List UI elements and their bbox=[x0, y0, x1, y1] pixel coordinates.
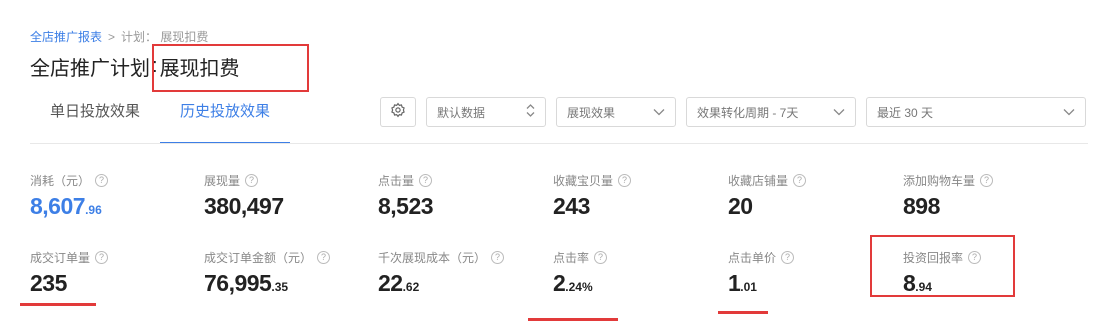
chevron-down-icon bbox=[653, 105, 665, 119]
metric-label: 添加购物车量 bbox=[903, 174, 976, 188]
conversion-period-select[interactable]: 效果转化周期 - 7天 bbox=[686, 97, 856, 127]
help-icon[interactable]: ? bbox=[95, 174, 109, 187]
metric-value: 20 bbox=[728, 193, 806, 220]
settings-button[interactable] bbox=[380, 97, 416, 127]
metric-value: 2.24% bbox=[553, 270, 607, 297]
date-range-select[interactable]: 最近 30 天 bbox=[866, 97, 1086, 127]
metric-label: 点击单价 bbox=[728, 251, 777, 265]
metric-value-int: 1 bbox=[728, 270, 741, 296]
metric-value: 22.62 bbox=[378, 270, 504, 297]
metric-label: 成交订单金额（元） bbox=[204, 251, 313, 265]
help-icon[interactable]: ? bbox=[793, 174, 807, 187]
metric-value-dec: .62 bbox=[402, 280, 420, 294]
metric-value-int: 380,497 bbox=[204, 193, 284, 219]
metric-label: 收藏宝贝量 bbox=[553, 174, 614, 188]
data-metric-select[interactable]: 默认数据 bbox=[426, 97, 546, 127]
sort-updown-icon bbox=[526, 104, 535, 120]
metric-value-dec: .24% bbox=[565, 280, 593, 294]
chevron-right-icon: > bbox=[108, 29, 116, 44]
metric-value-int: 8,607 bbox=[30, 193, 86, 219]
metric-value-dec: .96 bbox=[85, 203, 102, 217]
metric-label: 成交订单量 bbox=[30, 251, 91, 265]
help-icon[interactable]: ? bbox=[491, 251, 505, 264]
metric-value-int: 235 bbox=[30, 270, 67, 296]
metric-label: 收藏店铺量 bbox=[728, 174, 789, 188]
page-title-prefix: 全店推广计划 bbox=[30, 58, 150, 80]
effect-type-select[interactable]: 展现效果 bbox=[556, 97, 676, 127]
metric-value-dec: .01 bbox=[740, 280, 757, 294]
tabs-divider bbox=[30, 143, 1088, 144]
metric-value-int: 898 bbox=[903, 193, 940, 219]
data-metric-select-value: 默认数据 bbox=[437, 105, 486, 120]
filter-toolbar: 默认数据 展现效果 效果转化周期 - 7天 最近 30 天 bbox=[380, 97, 1086, 129]
metric-orders: 成交订单量? 235 bbox=[30, 249, 109, 297]
title-annotation-box bbox=[152, 44, 309, 92]
help-icon[interactable]: ? bbox=[245, 174, 259, 187]
breadcrumb-parent-link[interactable]: 全店推广报表 bbox=[30, 28, 102, 45]
ctr-annotation-underline bbox=[528, 318, 618, 321]
metric-value-int: 243 bbox=[553, 193, 590, 219]
help-icon[interactable]: ? bbox=[419, 174, 433, 187]
help-icon[interactable]: ? bbox=[594, 251, 608, 264]
metric-cart-adds: 添加购物车量? 898 bbox=[903, 172, 994, 220]
metric-label: 展现量 bbox=[204, 174, 241, 188]
metric-value: 8,607.96 bbox=[30, 193, 108, 220]
metric-clicks: 点击量? 8,523 bbox=[378, 172, 434, 220]
metric-value: 76,995.35 bbox=[204, 270, 330, 297]
date-range-select-value: 最近 30 天 bbox=[877, 105, 934, 120]
conversion-period-select-value: 效果转化周期 - 7天 bbox=[697, 105, 799, 120]
metric-fav-items: 收藏宝贝量? 243 bbox=[553, 172, 632, 220]
metric-impressions: 展现量? 380,497 bbox=[204, 172, 284, 220]
metric-cost: 消耗（元）? 8,607.96 bbox=[30, 172, 109, 220]
help-icon[interactable]: ? bbox=[980, 174, 994, 187]
help-icon[interactable]: ? bbox=[317, 251, 331, 264]
metric-label: 点击量 bbox=[378, 174, 415, 188]
metric-value: 898 bbox=[903, 193, 993, 220]
metric-label: 千次展现成本（元） bbox=[378, 251, 487, 265]
metric-value: 380,497 bbox=[204, 193, 284, 220]
help-icon[interactable]: ? bbox=[95, 251, 109, 264]
gear-icon bbox=[390, 102, 406, 123]
cpc-annotation-underline bbox=[718, 311, 768, 314]
chevron-down-icon bbox=[1063, 105, 1075, 119]
help-icon[interactable]: ? bbox=[781, 251, 795, 264]
metric-label: 点击率 bbox=[553, 251, 590, 265]
metric-value-dec: .35 bbox=[271, 280, 289, 294]
chevron-down-icon bbox=[833, 105, 845, 119]
effect-type-select-value: 展现效果 bbox=[567, 105, 616, 120]
metric-value: 235 bbox=[30, 270, 108, 297]
help-icon[interactable]: ? bbox=[618, 174, 632, 187]
breadcrumb-current: 计划： 展现扣费 bbox=[121, 30, 209, 44]
metric-value-int: 20 bbox=[728, 193, 753, 219]
metric-value: 8,523 bbox=[378, 193, 434, 220]
roi-annotation-box bbox=[870, 235, 1015, 297]
metric-cpc: 点击单价? 1.01 bbox=[728, 249, 795, 297]
metric-ctr: 点击率? 2.24% bbox=[553, 249, 608, 297]
orders-annotation-underline bbox=[20, 303, 96, 306]
metric-value: 243 bbox=[553, 193, 631, 220]
metric-value-int: 76,995 bbox=[204, 270, 272, 296]
tab-bar: 单日投放效果 历史投放效果 bbox=[30, 92, 291, 144]
metric-fav-shops: 收藏店铺量? 20 bbox=[728, 172, 807, 220]
metric-label: 消耗（元） bbox=[30, 174, 91, 188]
metric-value-int: 8,523 bbox=[378, 193, 434, 219]
metric-order-amount: 成交订单金额（元）? 76,995.35 bbox=[204, 249, 331, 297]
metric-cpm: 千次展现成本（元）? 22.62 bbox=[378, 249, 505, 297]
metric-value-int: 22 bbox=[378, 270, 403, 296]
breadcrumb: 全店推广报表 > 计划： 展现扣费 bbox=[30, 28, 208, 45]
tab-daily-effect[interactable]: 单日投放效果 bbox=[30, 92, 160, 144]
metric-value: 1.01 bbox=[728, 270, 794, 297]
metric-value-int: 2 bbox=[553, 270, 566, 296]
tab-history-effect[interactable]: 历史投放效果 bbox=[160, 92, 291, 144]
